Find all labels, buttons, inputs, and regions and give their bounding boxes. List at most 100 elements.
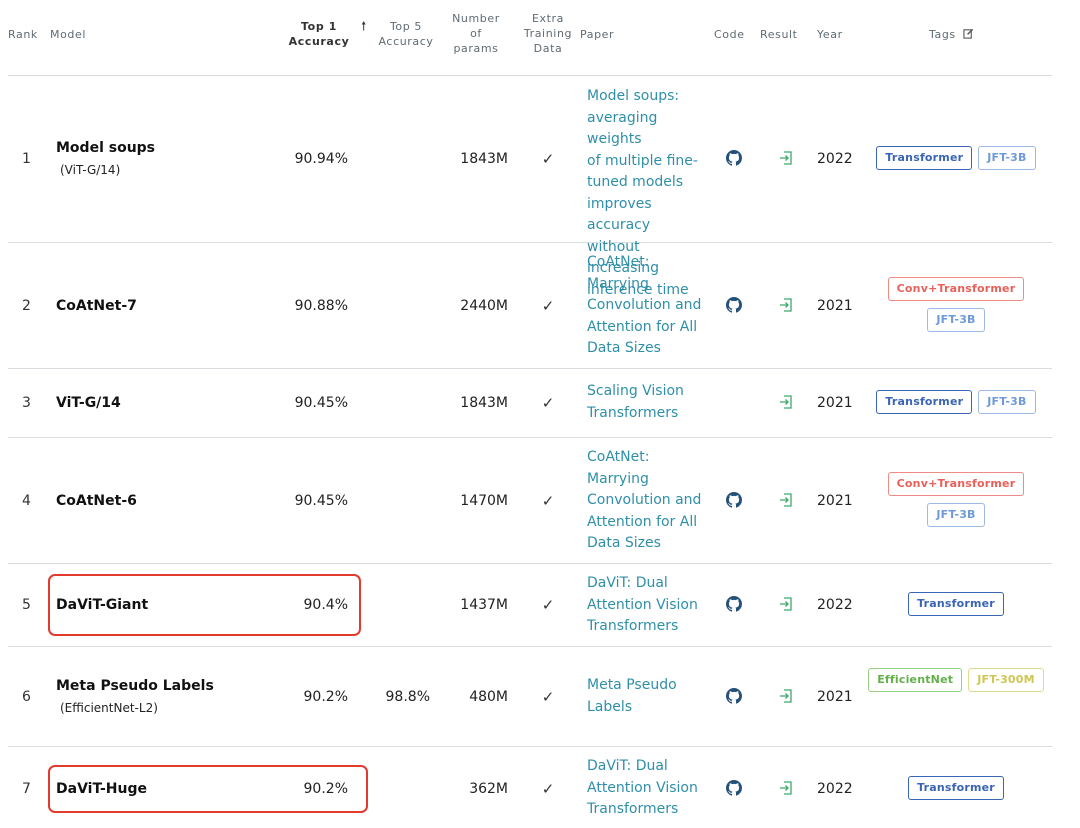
tags-cell: Transformer — [868, 592, 1044, 616]
year-cell: 2021 — [817, 493, 853, 509]
tag-badge[interactable]: JFT-3B — [927, 308, 985, 332]
paper-title-line: DaViT: Dual — [587, 575, 668, 591]
row-divider — [8, 746, 1052, 747]
year-cell: 2022 — [817, 781, 853, 797]
result-link-icon[interactable] — [776, 688, 796, 711]
paper-link[interactable]: CoAtNet: Marrying Convolution and Attention… — [587, 252, 715, 360]
paper-link[interactable]: Meta Pseudo Labels — [587, 675, 715, 718]
paper-title-line: CoAtNet: — [587, 254, 650, 270]
row-divider — [8, 563, 1052, 564]
result-link-icon[interactable] — [776, 596, 796, 619]
highlight-box-davit-giant — [48, 574, 361, 636]
row-divider — [8, 242, 1052, 243]
paper-title-line: of multiple fine- — [587, 152, 698, 169]
tag-badge[interactable]: Transformer — [876, 146, 973, 170]
year-cell: 2022 — [817, 151, 853, 167]
tag-badge[interactable]: JFT-300M — [968, 668, 1044, 692]
row-divider — [8, 368, 1052, 369]
model-name[interactable]: CoAtNet-6 — [56, 491, 137, 512]
params-count: 2440M — [460, 298, 508, 314]
github-icon[interactable] — [724, 780, 744, 803]
paper-title-line: Model soups: — [587, 88, 680, 104]
paper-title-line: averaging weights — [587, 109, 658, 148]
header-top5[interactable]: Top 5 Accuracy — [374, 19, 438, 49]
rank-cell: 1 — [22, 151, 31, 167]
result-link-icon[interactable] — [776, 780, 796, 803]
paper-title-line: CoAtNet: — [587, 449, 650, 465]
github-icon[interactable] — [724, 492, 744, 515]
params-count: 480M — [469, 689, 508, 705]
github-icon[interactable] — [724, 688, 744, 711]
checkmark-icon: ✓ — [541, 596, 555, 614]
header-year[interactable]: Year — [817, 27, 843, 42]
tag-badge[interactable]: JFT-3B — [978, 146, 1036, 170]
header-paper[interactable]: Paper — [580, 27, 614, 42]
tag-badge[interactable]: Transformer — [876, 390, 973, 414]
rank-cell: 6 — [22, 689, 31, 705]
paper-title-line: Transformers — [587, 404, 679, 421]
paper-title-line: Convolution and — [587, 297, 702, 313]
model-name[interactable]: Meta Pseudo Labels — [56, 676, 214, 697]
result-link-icon[interactable] — [776, 297, 796, 320]
paper-title-line: Attention Vision — [587, 596, 698, 613]
tag-badge[interactable]: Transformer — [908, 776, 1004, 800]
paper-title-line: Data Sizes — [587, 340, 661, 356]
row-divider — [8, 646, 1052, 647]
checkmark-icon: ✓ — [541, 394, 555, 412]
tag-badge[interactable]: JFT-3B — [978, 390, 1036, 414]
model-name[interactable]: Model soups — [56, 138, 155, 159]
paper-title-line: Marrying — [587, 470, 649, 487]
paper-title-line: Meta Pseudo — [587, 677, 677, 693]
paper-title-line: Attention for All — [587, 318, 698, 335]
model-name[interactable]: ViT-G/14 — [56, 393, 121, 414]
tags-cell: Transformer — [868, 776, 1044, 800]
year-cell: 2021 — [817, 298, 853, 314]
result-link-icon[interactable] — [776, 394, 796, 417]
paper-title-line: Attention for All — [587, 513, 698, 530]
header-rank[interactable]: Rank — [8, 27, 38, 42]
result-link-icon[interactable] — [776, 492, 796, 515]
paper-title-line: Transformers — [587, 801, 679, 817]
year-cell: 2022 — [817, 597, 853, 613]
tags-cell: Transformer JFT-3B — [868, 146, 1044, 170]
header-model[interactable]: Model — [50, 27, 86, 42]
tags-cell: Conv+Transformer JFT-3B — [868, 277, 1044, 332]
paper-title-line: improves accuracy — [587, 195, 652, 234]
checkmark-icon: ✓ — [541, 297, 555, 315]
model-variant: (EfficientNet-L2) — [60, 701, 158, 715]
model-name[interactable]: CoAtNet-7 — [56, 296, 137, 317]
checkmark-icon: ✓ — [541, 492, 555, 510]
top1-accuracy: 90.45% — [294, 493, 348, 509]
tags-cell: EfficientNet JFT-300M — [868, 668, 1044, 692]
edit-icon[interactable] — [963, 28, 974, 39]
top1-accuracy: 90.94% — [294, 151, 348, 167]
year-cell: 2021 — [817, 395, 853, 411]
tag-badge[interactable]: Conv+Transformer — [887, 472, 1025, 496]
params-count: 362M — [469, 781, 508, 797]
checkmark-icon: ✓ — [541, 688, 555, 706]
tag-badge[interactable]: EfficientNet — [868, 668, 963, 692]
params-count: 1470M — [460, 493, 508, 509]
sort-arrow-icon[interactable]: 🠕 — [358, 19, 370, 34]
paper-link[interactable]: DaViT: Dual Attention Vision Transformers — [587, 756, 715, 821]
paper-title-line: tuned models — [587, 174, 684, 190]
header-extra-training-data[interactable]: Extra Training Data — [516, 11, 580, 56]
result-link-icon[interactable] — [776, 150, 796, 173]
github-icon[interactable] — [724, 596, 744, 619]
paper-link[interactable]: CoAtNet: Marrying Convolution and Attention… — [587, 447, 715, 555]
header-tags[interactable]: Tags — [929, 27, 974, 42]
paper-link[interactable]: DaViT: Dual Attention Vision Transformers — [587, 573, 715, 638]
header-params[interactable]: Number of params — [446, 11, 506, 56]
paper-link[interactable]: Scaling Vision Transformers — [587, 381, 715, 424]
row-divider — [8, 437, 1052, 438]
tag-badge[interactable]: JFT-3B — [927, 503, 985, 527]
header-top1[interactable]: Top 1 Accuracy — [284, 19, 354, 49]
tag-badge[interactable]: Conv+Transformer — [887, 277, 1025, 301]
header-result[interactable]: Result — [760, 27, 798, 42]
github-icon[interactable] — [724, 150, 744, 173]
tag-badge[interactable]: Transformer — [908, 592, 1004, 616]
params-count: 1843M — [460, 395, 508, 411]
checkmark-icon: ✓ — [541, 150, 555, 168]
github-icon[interactable] — [724, 297, 744, 320]
header-code[interactable]: Code — [714, 27, 745, 42]
